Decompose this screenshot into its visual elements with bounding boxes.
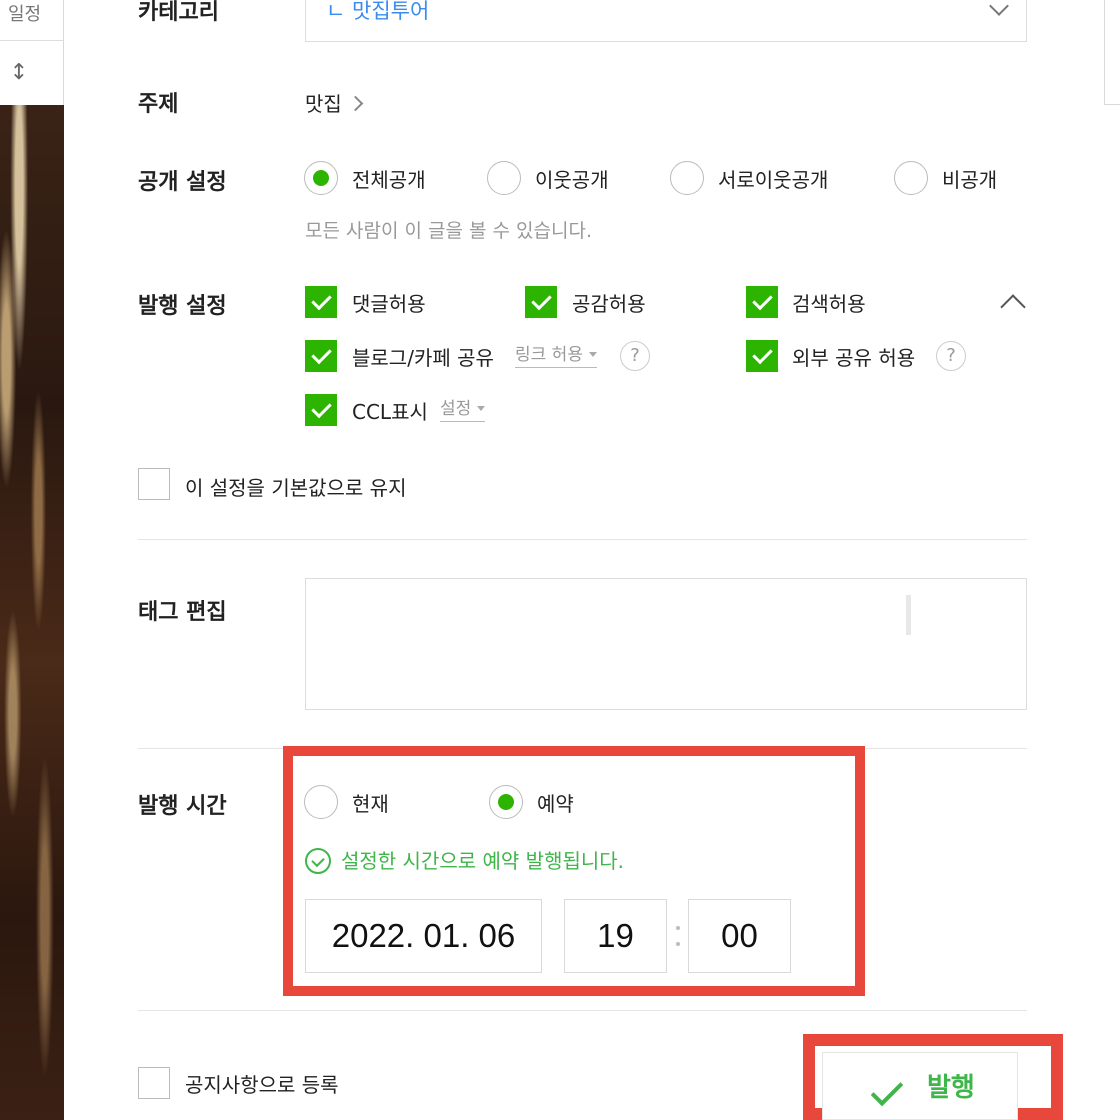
help-icon[interactable]: ? [936, 341, 966, 371]
radio-private[interactable] [894, 161, 928, 195]
topic-link[interactable]: 맛집 [305, 88, 364, 117]
tag-input[interactable] [305, 578, 1027, 710]
publish-button-label: 발행 [927, 1073, 975, 1103]
keep-default-label: 이 설정을 기본값으로 유지 [185, 476, 407, 500]
resize-vertical-icon[interactable]: ↕ [6, 58, 32, 88]
checkbox-external-share[interactable] [746, 340, 778, 372]
checkbox-ccl[interactable] [305, 394, 337, 426]
highlight-box [283, 746, 865, 996]
category-value: ㄴ 맛집투어 [326, 0, 430, 23]
allow-likes-label: 공감허용 [572, 292, 646, 316]
radio-mutual-neighbors-label: 서로이웃공개 [718, 168, 829, 192]
allow-search-label: 검색허용 [792, 292, 866, 316]
checkbox-allow-comments[interactable] [305, 286, 337, 318]
visibility-helper-text: 모든 사람이 이 글을 볼 수 있습니다. [305, 220, 592, 242]
side-panel: 일정 ↕ [0, 0, 64, 1120]
link-allow-value: 링크 허용 [515, 345, 583, 365]
notice-register-label: 공지사항으로 등록 [185, 1073, 339, 1097]
external-share-label: 외부 공유 허용 [792, 346, 916, 370]
ccl-setting-value: 설정 [440, 399, 472, 419]
checkbox-blog-cafe-share[interactable] [305, 340, 337, 372]
divider [0, 40, 64, 41]
tags-label: 태그 편집 [138, 600, 227, 625]
ccl-setting-select[interactable]: 설정 [440, 394, 486, 422]
blog-cafe-share-label: 블로그/카페 공유 [352, 346, 494, 370]
ccl-label: CCL표시 [352, 400, 428, 424]
link-allow-select[interactable]: 링크 허용 [515, 340, 597, 368]
checkbox-allow-likes[interactable] [525, 286, 557, 318]
checkbox-notice-register[interactable] [138, 1067, 170, 1099]
check-icon [870, 1073, 904, 1107]
radio-neighbors[interactable] [487, 161, 521, 195]
background-photo [0, 105, 64, 1120]
category-select[interactable]: ㄴ 맛집투어 [305, 0, 1027, 42]
topic-label: 주제 [138, 92, 179, 117]
help-icon[interactable]: ? [620, 341, 650, 371]
radio-public-label: 전체공개 [352, 168, 426, 192]
caret-down-icon [477, 406, 486, 411]
checkbox-allow-search[interactable] [746, 286, 778, 318]
chevron-down-icon [989, 0, 1009, 16]
radio-private-label: 비공개 [942, 168, 998, 192]
divider [138, 1010, 1027, 1011]
publish-settings-label: 발행 설정 [138, 294, 227, 319]
divider [1104, 0, 1105, 105]
caret-down-icon [588, 352, 597, 357]
schedule-label: 일정 [8, 4, 42, 25]
scrollbar [906, 595, 911, 635]
divider [1104, 104, 1120, 105]
publish-time-label: 발행 시간 [138, 794, 227, 819]
visibility-label: 공개 설정 [138, 170, 227, 195]
chevron-up-icon[interactable] [1000, 294, 1026, 320]
radio-neighbors-label: 이웃공개 [535, 168, 609, 192]
allow-comments-label: 댓글허용 [352, 292, 426, 316]
publish-button[interactable]: 발행 [822, 1052, 1018, 1120]
chevron-right-icon [347, 95, 364, 112]
radio-public[interactable] [304, 161, 338, 195]
divider [138, 539, 1027, 540]
topic-value: 맛집 [305, 92, 342, 116]
category-label: 카테고리 [138, 0, 219, 25]
checkbox-keep-default[interactable] [138, 468, 170, 500]
radio-mutual-neighbors[interactable] [670, 161, 704, 195]
